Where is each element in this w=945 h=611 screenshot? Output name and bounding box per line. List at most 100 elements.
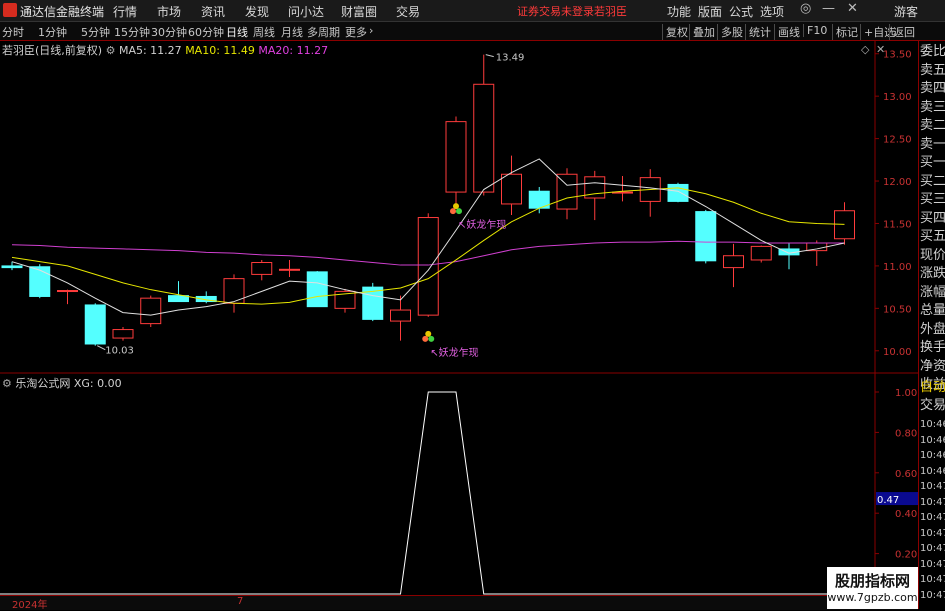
btn-f10[interactable]: F10	[803, 24, 830, 37]
btn-tongji[interactable]: 统计	[745, 24, 774, 40]
menu-wenxiaoda[interactable]: 问小达	[288, 3, 324, 20]
y-tick-label: 0.40	[895, 509, 917, 520]
menu-faxian[interactable]: 发现	[245, 3, 269, 20]
candle-body	[556, 173, 578, 210]
tick-time: 10:46	[920, 419, 945, 430]
period-monthly[interactable]: 月线	[281, 24, 303, 40]
menu-zixun[interactable]: 资讯	[201, 3, 225, 20]
period-more[interactable]: 更多	[345, 24, 367, 40]
menu-gongneng[interactable]: 功能	[667, 3, 691, 20]
menu-gongshi[interactable]: 公式	[729, 3, 753, 20]
indicator-title[interactable]: 乐淘公式网	[15, 377, 70, 390]
period-toolbar: 分时 1分钟 5分钟 15分钟 30分钟 60分钟 日线 周线 月线 多周期 更…	[0, 22, 945, 41]
menu-banmian[interactable]: 版面	[698, 3, 722, 20]
kline-chart[interactable]: 13.49 10.03 ↖妖龙乍现 ↖妖龙乍现 13.50 13.00 12.50 12.0…	[0, 41, 918, 595]
tick-time: 10:46	[920, 434, 945, 446]
quote-label-4: 卖二	[920, 118, 945, 133]
login-status[interactable]: 证券交易未登录	[517, 3, 594, 19]
quote-label-12: 涨跌	[920, 266, 945, 281]
menu-xuanxiang[interactable]: 选项	[760, 3, 784, 20]
candle-body	[750, 245, 772, 261]
tick-time: 10:47	[920, 512, 945, 523]
tick-time: 10:47	[920, 543, 945, 554]
legend-title: 若羽臣(日线,前复权)	[2, 44, 103, 57]
low-label: 10.03	[105, 346, 134, 357]
menu-caifuquan[interactable]: 财富圈	[341, 3, 377, 20]
signal-dot-icon	[422, 335, 429, 342]
btn-diejia[interactable]: 叠加	[689, 24, 718, 40]
candle-body	[112, 329, 134, 339]
period-fenshi[interactable]: 分时	[2, 24, 24, 40]
main-legend: 若羽臣(日线,前复权) ⚙ MA5: 11.27 MA10: 11.49 MA2…	[2, 42, 328, 58]
legend-ma20: MA20: 11.27	[258, 44, 329, 57]
menu-jiaoyi[interactable]: 交易	[396, 3, 420, 20]
quote-label-0: 委比	[920, 44, 945, 59]
period-weekly[interactable]: 周线	[253, 24, 275, 40]
indicator-legend: ⚙ 乐淘公式网 XG: 0.00	[2, 375, 122, 391]
period-5min[interactable]: 5分钟	[81, 24, 110, 40]
watermark: 股朋指标网 www.7gpzb.com	[827, 567, 918, 609]
high-marker	[485, 54, 494, 58]
candle-body	[140, 297, 162, 325]
btn-duogu[interactable]: 多股	[717, 24, 746, 40]
minimize-icon[interactable]: —	[822, 1, 835, 16]
menu-bar: 通达信金融终端 行情 市场 资讯 发现 问小达 财富圈 交易 证券交易未登录 若…	[0, 0, 945, 22]
quote-label-6: 买一	[920, 155, 945, 170]
tick-time: 10:46	[920, 465, 945, 477]
guest-login[interactable]: 游客	[894, 3, 918, 20]
menu-shichang[interactable]: 市场	[157, 3, 181, 20]
period-15min[interactable]: 15分钟	[114, 24, 150, 40]
btn-fanhui[interactable]: 返回	[889, 24, 918, 40]
more-chevron-icon[interactable]: ›	[369, 24, 373, 37]
app-title: 通达信金融终端	[20, 5, 105, 19]
period-30min[interactable]: 30分钟	[151, 24, 187, 40]
indicator-gear-icon[interactable]: ⚙	[2, 377, 12, 390]
period-60min[interactable]: 60分钟	[188, 24, 224, 40]
btn-biaoji[interactable]: 标记	[832, 24, 861, 40]
candle-body	[445, 121, 467, 193]
quote-label-1: 卖五	[920, 62, 945, 78]
y-tick-label: 13.50	[883, 50, 912, 61]
candle-body	[1, 265, 23, 269]
candle-body	[834, 210, 855, 240]
quote-label-3: 卖三	[920, 99, 945, 115]
quote-label-17: 净资	[920, 358, 945, 374]
quote-label-7: 买二	[920, 173, 945, 189]
quote-label-11: 现价	[920, 247, 945, 263]
trade-label-1[interactable]: 交易	[920, 397, 945, 416]
tick-time: 10:47	[920, 589, 945, 601]
chart-settings-icon[interactable]: ◇	[861, 43, 869, 56]
y-tick-label: 10.50	[883, 304, 912, 315]
signal-dot-icon	[456, 208, 462, 215]
y-tick-label: 10.00	[883, 347, 912, 358]
skin-icon[interactable]: ◎	[800, 1, 811, 16]
trade-label-0[interactable]: 自动	[920, 379, 945, 398]
period-1min[interactable]: 1分钟	[38, 24, 67, 40]
settings-gear-icon[interactable]: ⚙	[106, 44, 116, 57]
legend-ma10: MA10: 11.49	[185, 44, 255, 57]
menu-hangqing[interactable]: 行情	[113, 3, 137, 20]
y-tick-label: 12.00	[883, 177, 912, 188]
stock-short-name: 若羽臣	[594, 5, 627, 18]
quote-label-14: 总量	[920, 303, 945, 318]
xg-line	[0, 391, 875, 595]
candle-body	[84, 304, 106, 345]
watermark-line1: 股朋指标网	[834, 572, 910, 590]
quote-label-10: 买五	[920, 229, 945, 244]
candle-body	[390, 309, 411, 322]
candle-body	[57, 290, 78, 293]
candle-body	[251, 262, 273, 275]
period-daily[interactable]: 日线	[226, 24, 248, 40]
quote-label-9: 买四	[920, 210, 945, 226]
chart-close-icon[interactable]: ✕	[876, 43, 885, 56]
close-icon[interactable]: ✕	[847, 1, 858, 16]
period-multi[interactable]: 多周期	[307, 24, 340, 40]
y-tick-label: 1.00	[895, 388, 917, 399]
btn-huaxian[interactable]: 画线	[774, 24, 803, 40]
tick-time: 10:47	[920, 496, 945, 508]
btn-fuquan[interactable]: 复权	[662, 24, 691, 40]
candle-body	[279, 268, 300, 271]
quote-label-2: 卖四	[920, 81, 945, 96]
signal-dot-icon	[425, 330, 432, 337]
tick-time: 10:47	[920, 527, 945, 539]
